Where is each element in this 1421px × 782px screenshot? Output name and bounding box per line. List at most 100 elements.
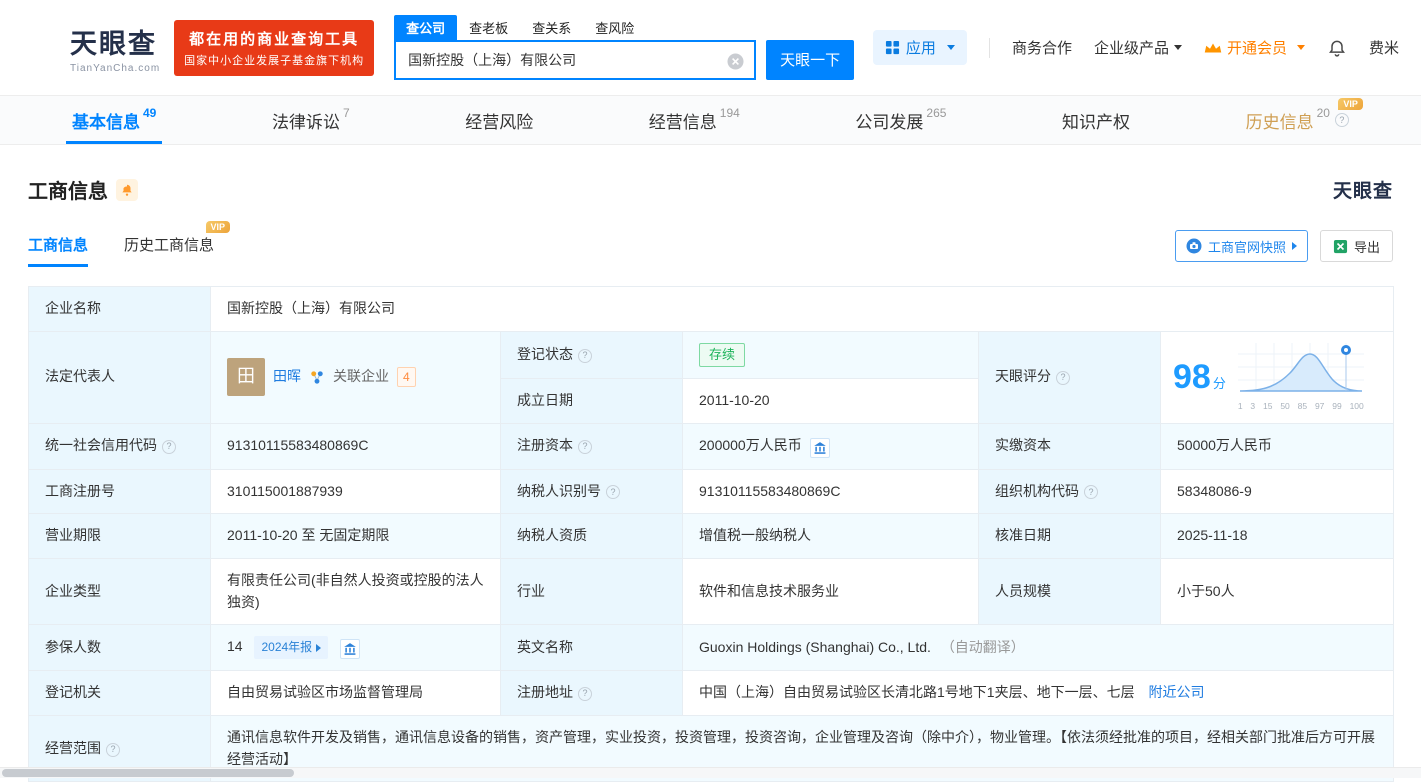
- menu-business-cooperation[interactable]: 商务合作: [1012, 37, 1072, 58]
- export-button[interactable]: 导出: [1319, 230, 1393, 262]
- clear-search-icon[interactable]: [727, 53, 744, 70]
- tab-business-info[interactable]: 经营信息 194: [643, 96, 746, 144]
- registry-value: 自由贸易试验区市场监督管理局: [210, 670, 501, 716]
- help-icon[interactable]: ?: [578, 440, 592, 455]
- field-label: 天眼评分?: [978, 330, 1161, 424]
- staff-size-value: 小于50人: [1159, 557, 1395, 626]
- promo-line1: 都在用的商业查询工具: [189, 30, 360, 48]
- arrow-right-icon: [316, 643, 322, 652]
- table-row: 工商注册号 310115001887939 纳税人识别号? 9131011558…: [28, 468, 1395, 515]
- notifications-button[interactable]: [1327, 38, 1347, 58]
- official-snapshot-button[interactable]: 工商官网快照: [1174, 230, 1308, 262]
- insured-count-cell: 14 2024年报: [210, 624, 501, 672]
- field-label: 企业类型: [28, 557, 211, 626]
- user-account[interactable]: 费米: [1369, 37, 1399, 58]
- established-date-value: 2011-10-20: [682, 377, 979, 424]
- tab-history-info[interactable]: VIP 历史信息 20 ?: [1240, 96, 1363, 144]
- nearby-companies-link[interactable]: 附近公司: [1148, 684, 1204, 700]
- search-tab-boss[interactable]: 查老板: [457, 15, 520, 40]
- bell-icon: [122, 184, 132, 196]
- help-icon[interactable]: ?: [606, 485, 620, 500]
- section-title: 工商信息: [28, 181, 108, 203]
- insured-history-icon[interactable]: [340, 639, 361, 660]
- help-icon[interactable]: ?: [162, 440, 176, 455]
- capital-history-icon[interactable]: [809, 437, 830, 458]
- help-icon[interactable]: ?: [106, 742, 120, 757]
- help-icon[interactable]: ?: [1056, 371, 1070, 386]
- search-button[interactable]: 天眼一下: [766, 39, 855, 80]
- tab-basic-info[interactable]: 基本信息 49: [66, 96, 163, 144]
- chevron-down-icon: [946, 45, 955, 50]
- top-header: 天眼查 TianYanCha.com 都在用的商业查询工具 国家中小企业发展子基…: [0, 0, 1421, 95]
- top-menu: 应用 商务合作 企业级产品 开通会员 费米: [872, 30, 1405, 65]
- menu-enterprise-products[interactable]: 企业级产品: [1094, 37, 1182, 58]
- help-icon[interactable]: ?: [1334, 113, 1349, 127]
- tab-count: 194: [719, 106, 740, 120]
- field-label: 纳税人资质: [500, 513, 683, 559]
- score-value: 98 分: [1173, 357, 1226, 396]
- org-code-value: 58348086-9: [1159, 468, 1395, 515]
- bell-icon: [1329, 40, 1345, 57]
- tab-intellectual-property[interactable]: 知识产权: [1056, 96, 1136, 144]
- table-row: 统一社会信用代码? 91310115583480869C 注册资本? 20000…: [28, 422, 1395, 470]
- help-icon[interactable]: ?: [578, 687, 592, 702]
- snapshot-icon: [1186, 238, 1202, 254]
- section-header: 工商信息 天眼查: [28, 175, 1393, 204]
- related-count-badge[interactable]: 4: [397, 366, 416, 388]
- status-cell: 存续: [682, 330, 979, 379]
- address-cell: 中国（上海）自由贸易试验区长清北路1号地下1夹层、地下一层、七层 附近公司: [681, 670, 1395, 716]
- tab-count: 7: [342, 106, 350, 120]
- promo-line2: 国家中小企业发展子基金旗下机构: [184, 54, 365, 67]
- table-row: 参保人数 14 2024年报 英文名称 Guoxin Holdings (Sha…: [28, 624, 1395, 672]
- field-label: 参保人数: [28, 624, 211, 672]
- annual-report-badge[interactable]: 2024年报: [254, 636, 329, 659]
- score-distribution-chart: [1237, 342, 1364, 392]
- taxpayer-id-value: 91310115583480869C: [682, 468, 979, 515]
- field-label: 实缴资本: [978, 422, 1161, 470]
- score-chart-ticks: 1 3 15 50 85 97 99 100: [1237, 401, 1364, 412]
- apps-menu-button[interactable]: 应用: [872, 30, 967, 65]
- search-tab-risk[interactable]: 查风险: [583, 15, 646, 40]
- table-row: 企业类型 有限责任公司(非自然人投资或控股的法人独资) 行业 软件和信息技术服务…: [28, 557, 1395, 626]
- help-icon[interactable]: ?: [578, 348, 592, 363]
- search-input[interactable]: [396, 51, 755, 68]
- score-cell: 98 分 1 3 15 50 85 97 99 100: [1159, 330, 1395, 424]
- username: 费米: [1368, 40, 1399, 57]
- field-label: 行业: [500, 557, 683, 626]
- help-icon[interactable]: ?: [1084, 485, 1098, 500]
- menu-divider: [988, 37, 990, 58]
- field-label: 纳税人识别号?: [500, 468, 683, 515]
- vip-badge: VIP: [205, 220, 231, 233]
- chevron-down-icon: [1173, 45, 1182, 50]
- brand-domain: TianYanCha.com: [70, 62, 161, 74]
- legal-rep-avatar[interactable]: 田: [227, 358, 265, 397]
- excel-icon: [1333, 239, 1348, 253]
- search-tab-company[interactable]: 查公司: [394, 14, 458, 40]
- field-label: 营业期限: [28, 513, 211, 559]
- search-tab-relation[interactable]: 查关系: [520, 15, 583, 40]
- horizontal-scrollbar-track: [0, 767, 1421, 778]
- tab-operating-risk[interactable]: 经营风险: [459, 96, 539, 144]
- tab-legal-litigation[interactable]: 法律诉讼 7: [266, 96, 356, 144]
- tab-count: 265: [926, 106, 947, 120]
- tab-company-development[interactable]: 公司发展 265: [849, 96, 952, 144]
- company-name-value: 国新控股（上海）有限公司: [209, 286, 1395, 332]
- menu-open-membership[interactable]: 开通会员: [1204, 37, 1305, 58]
- tianyancha-logo[interactable]: 天眼查 TianYanCha.com: [16, 22, 160, 74]
- vip-badge: VIP: [1338, 98, 1363, 110]
- tab-biz-registration-info[interactable]: 工商信息: [28, 234, 89, 267]
- auto-translate-note: （自动翻译）: [940, 638, 1025, 655]
- tab-history-biz-info[interactable]: VIP 历史工商信息: [124, 220, 231, 267]
- related-companies-link[interactable]: 关联企业: [333, 366, 389, 388]
- horizontal-scrollbar-thumb[interactable]: [2, 769, 294, 777]
- apps-menu-label: 应用: [905, 40, 936, 57]
- apps-grid-icon: [885, 40, 899, 55]
- company-type-value: 有限责任公司(非自然人投资或控股的法人独资): [210, 557, 501, 626]
- legal-rep-link[interactable]: 田晖: [273, 366, 301, 388]
- tianyancha-eye-icon: [16, 25, 62, 71]
- tab-count: 20: [1316, 106, 1330, 120]
- subscribe-bell-button[interactable]: [116, 178, 138, 201]
- taxpayer-quality-value: 增值税一般纳税人: [682, 513, 979, 559]
- field-label: 企业名称: [28, 286, 211, 332]
- tab-count: 49: [143, 106, 157, 120]
